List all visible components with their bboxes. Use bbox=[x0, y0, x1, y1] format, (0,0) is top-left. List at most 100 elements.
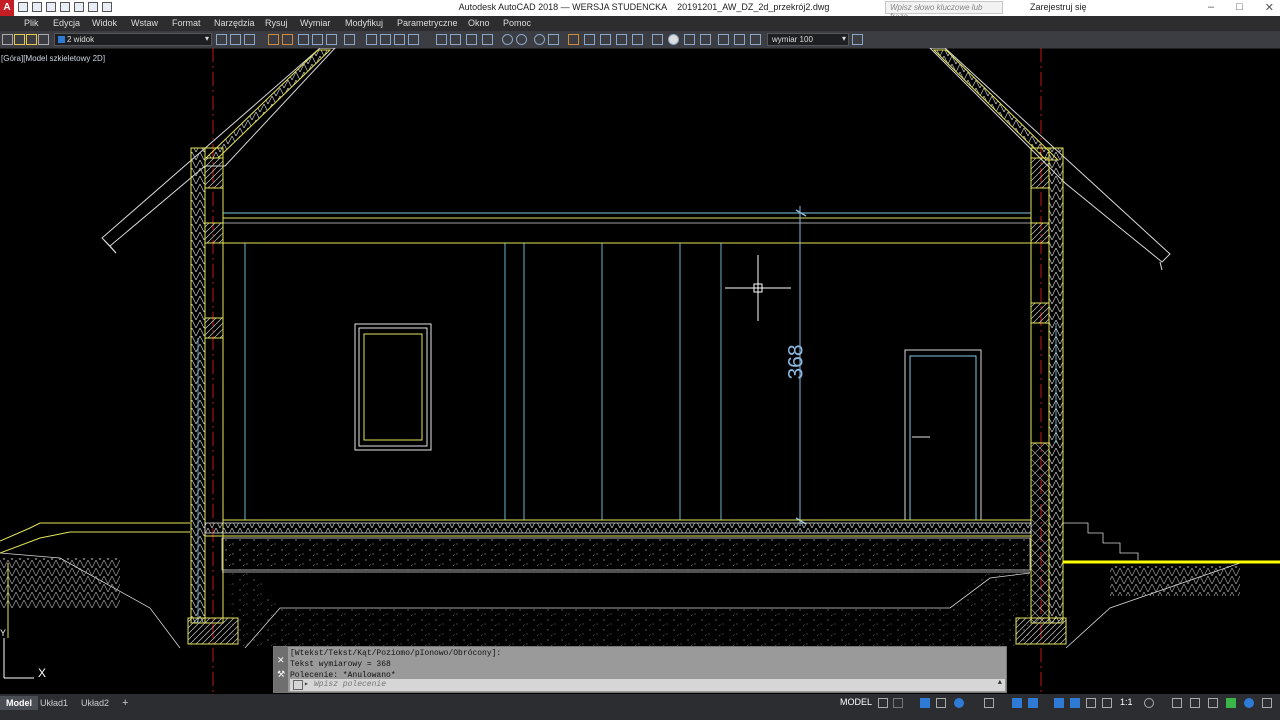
dimension-style-dropdown[interactable]: wymiar 100 ▾ bbox=[767, 33, 849, 46]
plot-icon[interactable] bbox=[74, 2, 84, 12]
move-icon[interactable] bbox=[366, 34, 377, 45]
ordinate-dimension-icon[interactable] bbox=[482, 34, 493, 45]
menu-okno[interactable]: Okno bbox=[468, 18, 490, 28]
menu-plik[interactable]: Plik bbox=[24, 18, 39, 28]
previous-layer-icon[interactable] bbox=[230, 34, 241, 45]
polyline-icon[interactable] bbox=[282, 34, 293, 45]
match-layer-icon[interactable] bbox=[216, 34, 227, 45]
transparency-icon[interactable] bbox=[1070, 698, 1080, 708]
menu-rysuj[interactable]: Rysuj bbox=[265, 18, 288, 28]
baseline-dimension-icon[interactable] bbox=[584, 34, 595, 45]
drawing-svg[interactable] bbox=[0, 48, 1280, 694]
clean-screen-icon[interactable] bbox=[1226, 698, 1236, 708]
model-space-button[interactable]: MODEL bbox=[840, 697, 872, 707]
radius-dimension-icon[interactable] bbox=[502, 34, 513, 45]
selection-cycling-icon[interactable] bbox=[1086, 698, 1096, 708]
plus-icon[interactable] bbox=[1172, 698, 1182, 708]
chevron-up-icon[interactable]: ▲ bbox=[998, 679, 1002, 687]
open-file-icon[interactable] bbox=[32, 2, 42, 12]
rectangle-icon[interactable] bbox=[312, 34, 323, 45]
circle-icon[interactable] bbox=[344, 34, 355, 45]
lightbulb-icon[interactable] bbox=[14, 34, 25, 45]
jogged-dimension-icon[interactable] bbox=[516, 34, 527, 45]
annotation-scale[interactable]: 1:1 bbox=[1120, 697, 1133, 707]
tab-uklad2[interactable]: Układ2 bbox=[75, 696, 115, 710]
menu-modyfikuj[interactable]: Modyfikuj bbox=[345, 18, 383, 28]
arc-icon[interactable] bbox=[326, 34, 337, 45]
rotate-icon[interactable] bbox=[394, 34, 405, 45]
menu-pomoc[interactable]: Pomoc bbox=[503, 18, 531, 28]
line-icon[interactable] bbox=[268, 34, 279, 45]
layer-state-icon[interactable] bbox=[244, 34, 255, 45]
isodraft-icon[interactable] bbox=[984, 698, 994, 708]
diameter-dimension-icon[interactable] bbox=[534, 34, 545, 45]
sun-icon[interactable] bbox=[26, 34, 37, 45]
menu-widok[interactable]: Widok bbox=[92, 18, 117, 28]
inspect-icon[interactable] bbox=[684, 34, 695, 45]
maximize-button[interactable]: □ bbox=[1236, 1, 1243, 14]
quick-dimension-icon[interactable] bbox=[568, 34, 579, 45]
menu-format[interactable]: Format bbox=[172, 18, 201, 28]
dimension-text[interactable]: 368 bbox=[785, 344, 809, 379]
dimension-style-manager-icon[interactable] bbox=[852, 34, 863, 45]
copy-icon[interactable] bbox=[380, 34, 391, 45]
polygon-icon[interactable] bbox=[298, 34, 309, 45]
workspace-icon[interactable] bbox=[1244, 698, 1254, 708]
dimension-break-icon[interactable] bbox=[632, 34, 643, 45]
ortho-icon[interactable] bbox=[936, 698, 946, 708]
object-snap-icon[interactable] bbox=[1028, 698, 1038, 708]
menu-wstaw[interactable]: Wstaw bbox=[131, 18, 158, 28]
sign-in-button[interactable]: Zarejestruj się bbox=[1030, 2, 1087, 12]
object-snap-tracking-icon[interactable] bbox=[1012, 698, 1022, 708]
close-icon[interactable]: ✕ bbox=[277, 655, 285, 666]
dimension-text-edit-icon[interactable] bbox=[734, 34, 745, 45]
lock-icon[interactable] bbox=[38, 34, 49, 45]
lineweight-icon[interactable] bbox=[1054, 698, 1064, 708]
aligned-dimension-icon[interactable] bbox=[450, 34, 461, 45]
menu-parametryczne[interactable]: Parametryczne bbox=[397, 18, 458, 28]
menu-wymiar[interactable]: Wymiar bbox=[300, 18, 330, 28]
gear-icon[interactable] bbox=[1144, 698, 1154, 708]
menu-narzedzia[interactable]: Narzędzia bbox=[214, 18, 255, 28]
save-as-icon[interactable] bbox=[60, 2, 70, 12]
autocad-logo-icon[interactable]: A bbox=[0, 0, 14, 16]
search-input[interactable]: Wpisz słowo kluczowe lub frazę bbox=[885, 1, 1003, 21]
snap-icon[interactable] bbox=[893, 698, 903, 708]
angular-dimension-icon[interactable] bbox=[548, 34, 559, 45]
command-input[interactable]: ▸ Wpisz polecenie ▲ bbox=[290, 679, 1005, 691]
tab-model[interactable]: Model bbox=[0, 696, 38, 710]
infer-constraints-icon[interactable] bbox=[920, 698, 930, 708]
save-icon[interactable] bbox=[46, 2, 56, 12]
redo-icon[interactable] bbox=[102, 2, 112, 12]
hardware-acceleration-icon[interactable] bbox=[1190, 698, 1200, 708]
isolate-objects-icon[interactable] bbox=[1208, 698, 1218, 708]
new-file-icon[interactable] bbox=[18, 2, 28, 12]
polar-tracking-icon[interactable] bbox=[954, 698, 964, 708]
grid-icon[interactable] bbox=[878, 698, 888, 708]
trim-icon[interactable] bbox=[408, 34, 419, 45]
close-button[interactable]: ✕ bbox=[1265, 1, 1274, 14]
continue-dimension-icon[interactable] bbox=[600, 34, 611, 45]
command-icon[interactable] bbox=[293, 680, 303, 690]
wrench-icon[interactable]: ⚒ bbox=[277, 669, 285, 680]
linear-dimension-icon[interactable] bbox=[436, 34, 447, 45]
dimension-edit-icon[interactable] bbox=[718, 34, 729, 45]
drawing-area[interactable]: [Góra][Model szkieletowy 2D] 368 X Y bbox=[0, 48, 1280, 694]
undo-icon[interactable] bbox=[88, 2, 98, 12]
tolerance-icon[interactable] bbox=[652, 34, 663, 45]
arc-length-icon[interactable] bbox=[466, 34, 477, 45]
annotation-visibility-icon[interactable] bbox=[1102, 698, 1112, 708]
customization-menu-icon[interactable] bbox=[1262, 698, 1272, 708]
menu-edycja[interactable]: Edycja bbox=[53, 18, 80, 28]
tab-uklad1[interactable]: Układ1 bbox=[34, 696, 74, 710]
jogged-linear-icon[interactable] bbox=[700, 34, 711, 45]
command-window-handle[interactable]: ✕ ⚒ bbox=[274, 647, 288, 692]
viewport-label[interactable]: [Góra][Model szkieletowy 2D] bbox=[1, 54, 105, 63]
add-layout-button[interactable]: + bbox=[116, 696, 134, 710]
minimize-button[interactable]: – bbox=[1208, 1, 1214, 14]
layer-dropdown[interactable]: 2 widok ▾ bbox=[54, 33, 212, 46]
dimension-space-icon[interactable] bbox=[616, 34, 627, 45]
dimension-update-icon[interactable] bbox=[750, 34, 761, 45]
center-mark-icon[interactable] bbox=[668, 34, 679, 45]
layer-properties-icon[interactable] bbox=[2, 34, 13, 45]
